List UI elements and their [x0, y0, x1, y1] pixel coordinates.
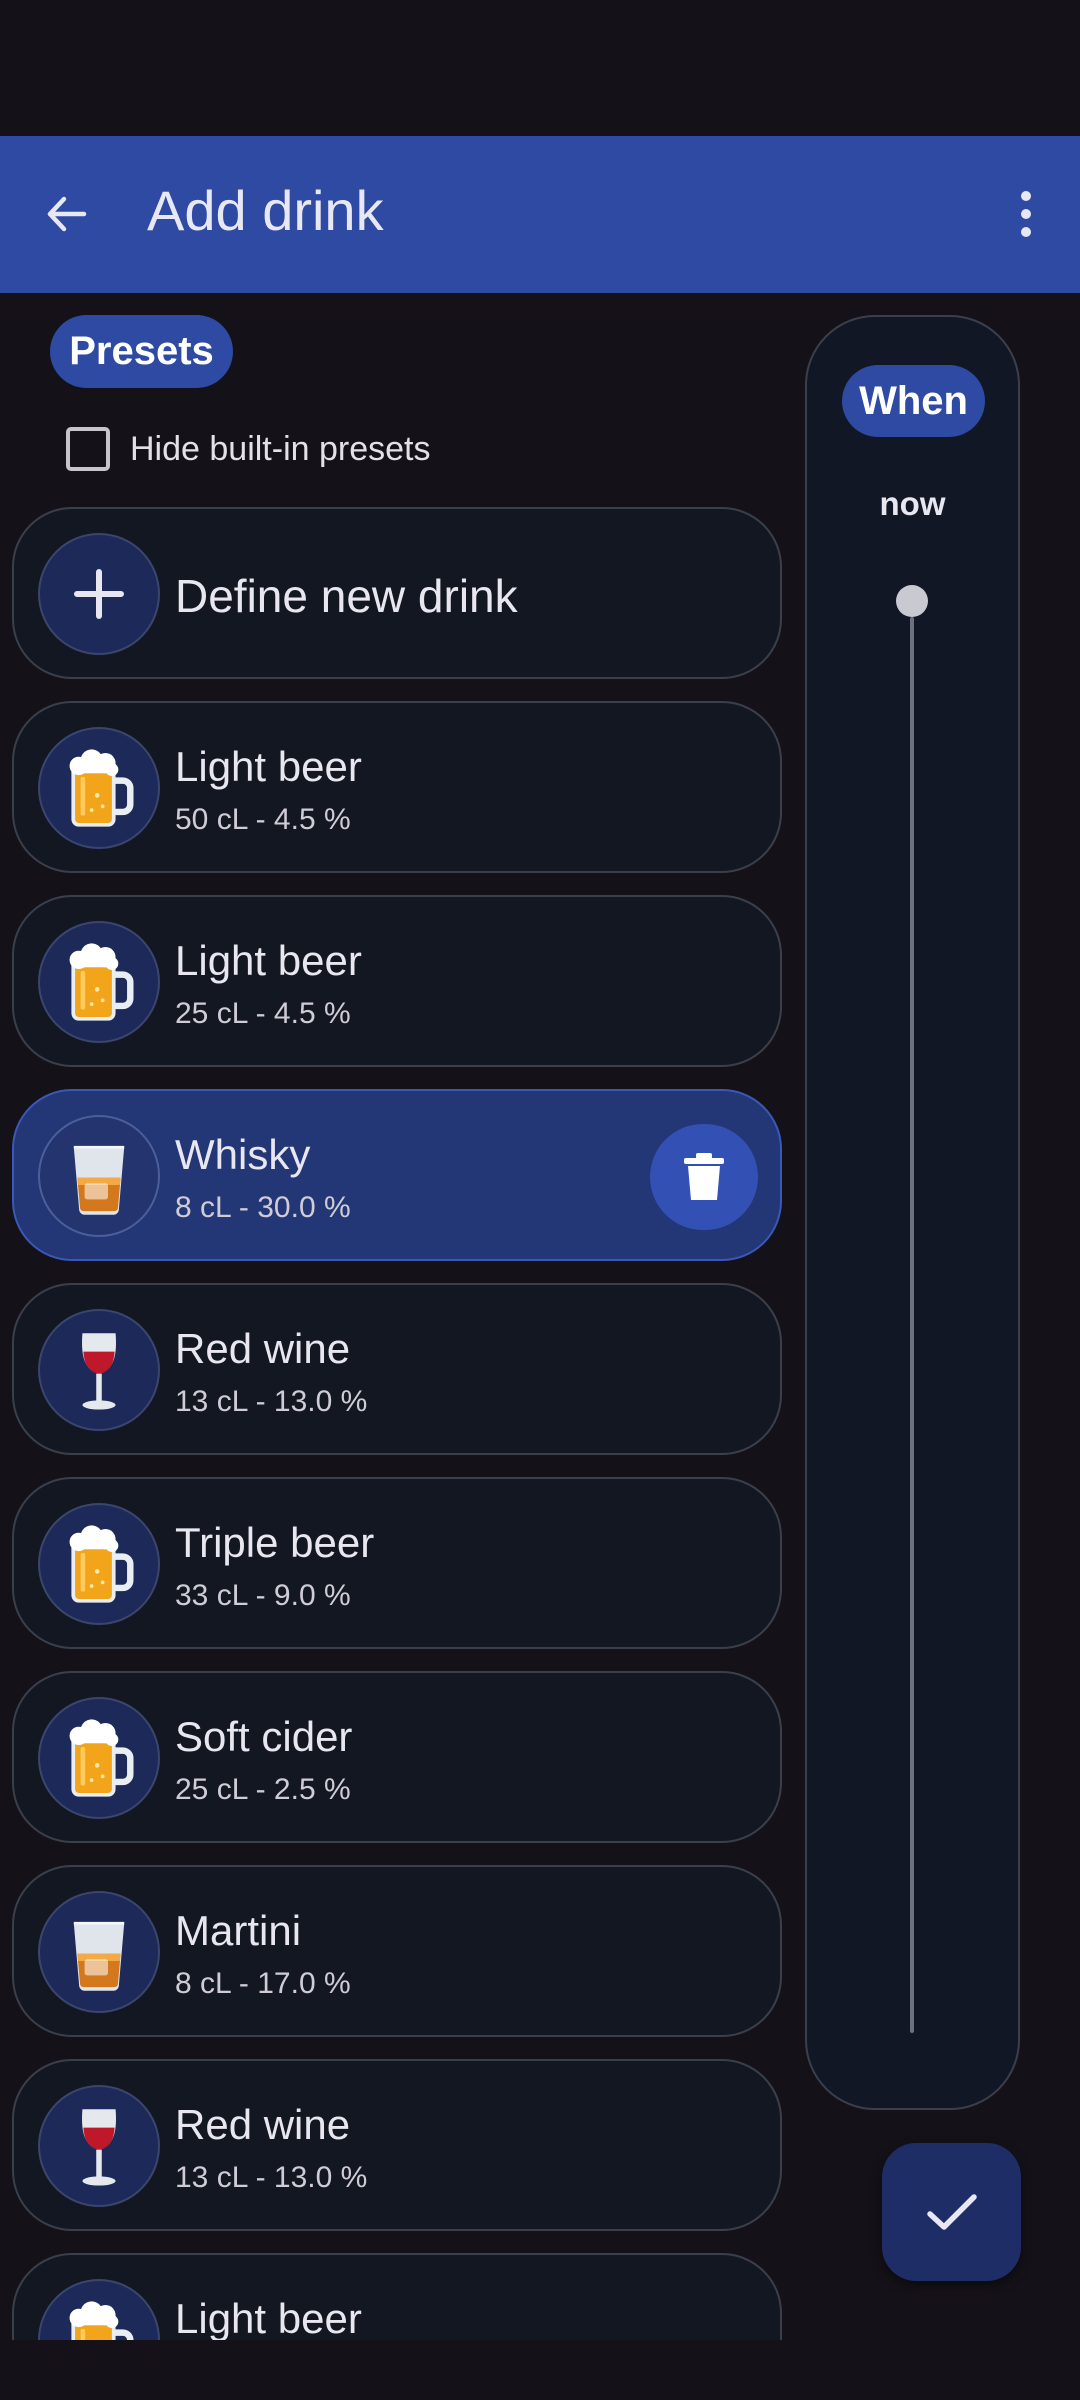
drink-detail: 8 cL - 17.0 % [175, 1967, 351, 2000]
when-chip: When [842, 365, 985, 437]
confirm-button[interactable] [882, 2143, 1021, 2281]
list-item[interactable]: Martini 8 cL - 17.0 % [12, 1865, 782, 2037]
drink-name: Red wine [175, 2101, 351, 2148]
wine-glass-icon [38, 1309, 160, 1431]
drink-detail: 13 cL - 13.0 % [175, 1385, 368, 1418]
wine-glass-icon [38, 2085, 160, 2207]
list-item[interactable]: Light beer 25 cL - 4.5 % [12, 895, 782, 1067]
drink-detail: 8 cL - 30.0 % [175, 1191, 351, 1224]
beer-mug-icon [38, 727, 160, 849]
time-slider-track[interactable] [910, 617, 914, 2033]
list-item[interactable]: Soft cider 25 cL - 2.5 % [12, 1671, 782, 1843]
time-slider-thumb[interactable] [896, 585, 928, 617]
drink-name: Martini [175, 1907, 302, 1954]
when-value: now [879, 485, 946, 522]
define-new-drink-label: Define new drink [175, 570, 518, 622]
trash-icon [684, 1153, 724, 1200]
screen: Add drink Presets Hide built-in presets … [0, 0, 1080, 2400]
page-title: Add drink [147, 179, 384, 242]
drink-name: Light beer [175, 2295, 362, 2340]
drink-name: Soft cider [175, 1713, 353, 1760]
drink-name: Red wine [175, 1325, 351, 1372]
drink-list[interactable]: Define new drink Light beer 50 cL - 4.5 … [0, 505, 790, 2340]
list-item-selected[interactable]: Whisky 8 cL - 30.0 % [12, 1089, 782, 1261]
plus-icon [38, 533, 160, 655]
check-icon [926, 2194, 977, 2230]
list-item[interactable]: Light beer 50 cL - 4.5 % [12, 701, 782, 873]
drink-name: Light beer [175, 937, 362, 984]
hide-builtin-presets-row[interactable]: Hide built-in presets [66, 425, 430, 473]
drink-detail: 25 cL - 2.5 % [175, 1773, 351, 1806]
app-bar: Add drink [0, 136, 1080, 293]
delete-button[interactable] [650, 1124, 758, 1230]
arrow-left-icon[interactable] [42, 184, 94, 244]
drink-name: Triple beer [175, 1519, 375, 1566]
presets-chip: Presets [50, 315, 233, 388]
beer-mug-icon [38, 921, 160, 1043]
hide-builtin-presets-label: Hide built-in presets [130, 429, 431, 468]
list-item[interactable]: Red wine 13 cL - 13.0 % [12, 1283, 782, 1455]
beer-mug-icon [38, 1697, 160, 1819]
beer-mug-icon [38, 2279, 160, 2340]
drink-name: Light beer [175, 743, 362, 790]
tumbler-glass-icon [38, 1891, 160, 2013]
drink-detail: 50 cL - 4.5 % [175, 803, 351, 836]
when-panel: When now [805, 315, 1020, 2110]
hide-builtin-presets-checkbox[interactable] [66, 427, 110, 471]
drink-name: Whisky [175, 1131, 311, 1178]
list-item[interactable]: Red wine 13 cL - 13.0 % [12, 2059, 782, 2231]
list-item[interactable]: Light beer [12, 2253, 782, 2340]
more-vert-icon[interactable] [1010, 184, 1042, 244]
list-item[interactable]: Triple beer 33 cL - 9.0 % [12, 1477, 782, 1649]
beer-mug-icon [38, 1503, 160, 1625]
drink-detail: 25 cL - 4.5 % [175, 997, 351, 1030]
define-new-drink-button[interactable]: Define new drink [12, 507, 782, 679]
drink-detail: 33 cL - 9.0 % [175, 1579, 351, 1612]
drink-detail: 13 cL - 13.0 % [175, 2161, 368, 2194]
tumbler-glass-icon [38, 1115, 160, 1237]
